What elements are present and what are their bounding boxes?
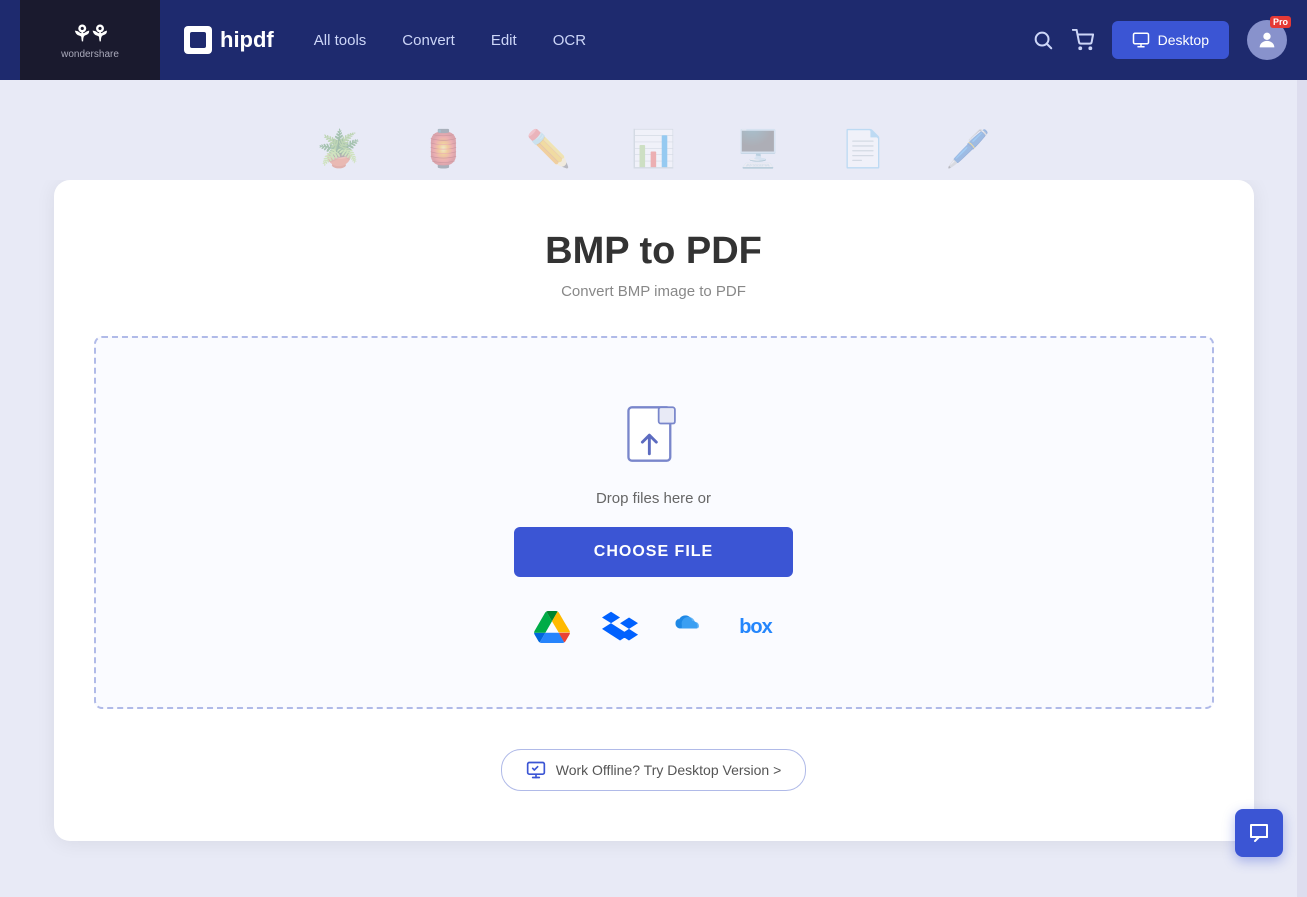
desktop-icon [1132, 31, 1150, 49]
bg-icons-group: 🪴 🏮 ✏️ 📊 🖥️ 📄 🖊️ [317, 128, 991, 180]
bg-screen-icon: 🖥️ [736, 128, 781, 170]
hipdf-logo-text: hipdf [220, 27, 274, 53]
box-icon-text: box [739, 616, 772, 639]
desktop-btn-label: Desktop [1158, 32, 1209, 48]
nav-actions: Desktop Pro [1032, 20, 1287, 60]
box-button[interactable]: box [736, 607, 776, 647]
bg-illustration: 🪴 🏮 ✏️ 📊 🖥️ 📄 🖊️ [0, 80, 1307, 180]
dropzone[interactable]: Drop files here or CHOOSE FILE [94, 336, 1214, 709]
chat-icon [1247, 821, 1271, 845]
cloud-icons: box [532, 607, 776, 647]
cart-button[interactable] [1072, 29, 1094, 51]
google-drive-icon [534, 611, 570, 643]
bg-pencil-icon: ✏️ [526, 128, 571, 170]
dropbox-icon [602, 609, 638, 645]
drop-text: Drop files here or [596, 490, 711, 507]
search-icon [1032, 29, 1054, 51]
bg-doc-icon: 📄 [841, 128, 886, 170]
navbar: ⚘⚘ wondershare hipdf All tools Convert E… [0, 0, 1307, 80]
offline-pill[interactable]: Work Offline? Try Desktop Version > [501, 749, 807, 791]
offline-banner: Work Offline? Try Desktop Version > [94, 749, 1214, 791]
user-avatar-wrap[interactable]: Pro [1247, 20, 1287, 60]
wondershare-logo-text: wondershare [61, 49, 119, 60]
bg-quill-icon: 🖊️ [946, 128, 991, 170]
cart-icon [1072, 29, 1094, 51]
pro-badge: Pro [1270, 16, 1291, 28]
dropbox-button[interactable] [600, 607, 640, 647]
wondershare-brand[interactable]: ⚘⚘ wondershare [20, 0, 160, 80]
nav-edit[interactable]: Edit [491, 32, 517, 49]
main-card: BMP to PDF Convert BMP image to PDF Drop… [54, 180, 1254, 841]
desktop-offline-icon [526, 760, 546, 780]
nav-links: All tools Convert Edit OCR [314, 32, 1032, 49]
page-subtitle: Convert BMP image to PDF [94, 283, 1214, 300]
upload-icon-wrap [622, 398, 686, 470]
bg-lamp-icon: 🏮 [421, 128, 466, 170]
nav-convert[interactable]: Convert [402, 32, 455, 49]
page-title: BMP to PDF [94, 230, 1214, 273]
main-container: BMP to PDF Convert BMP image to PDF Drop… [0, 180, 1307, 841]
bg-chart-icon: 📊 [631, 128, 676, 170]
upload-icon [622, 398, 686, 470]
scrollbar[interactable] [1297, 0, 1307, 897]
bg-plant-icon: 🪴 [317, 128, 362, 170]
onedrive-icon [668, 612, 708, 642]
onedrive-button[interactable] [668, 607, 708, 647]
chat-button[interactable] [1235, 809, 1283, 857]
choose-file-button[interactable]: CHOOSE FILE [514, 527, 793, 577]
user-icon [1256, 29, 1278, 51]
google-drive-button[interactable] [532, 607, 572, 647]
wondershare-logo-icon: ⚘⚘ [72, 21, 107, 47]
nav-ocr[interactable]: OCR [553, 32, 586, 49]
hipdf-logo[interactable]: hipdf [184, 26, 274, 54]
nav-all-tools[interactable]: All tools [314, 32, 367, 49]
hipdf-logo-square [184, 26, 212, 54]
search-button[interactable] [1032, 29, 1054, 51]
offline-text: Work Offline? Try Desktop Version > [556, 762, 782, 778]
desktop-button[interactable]: Desktop [1112, 21, 1229, 59]
